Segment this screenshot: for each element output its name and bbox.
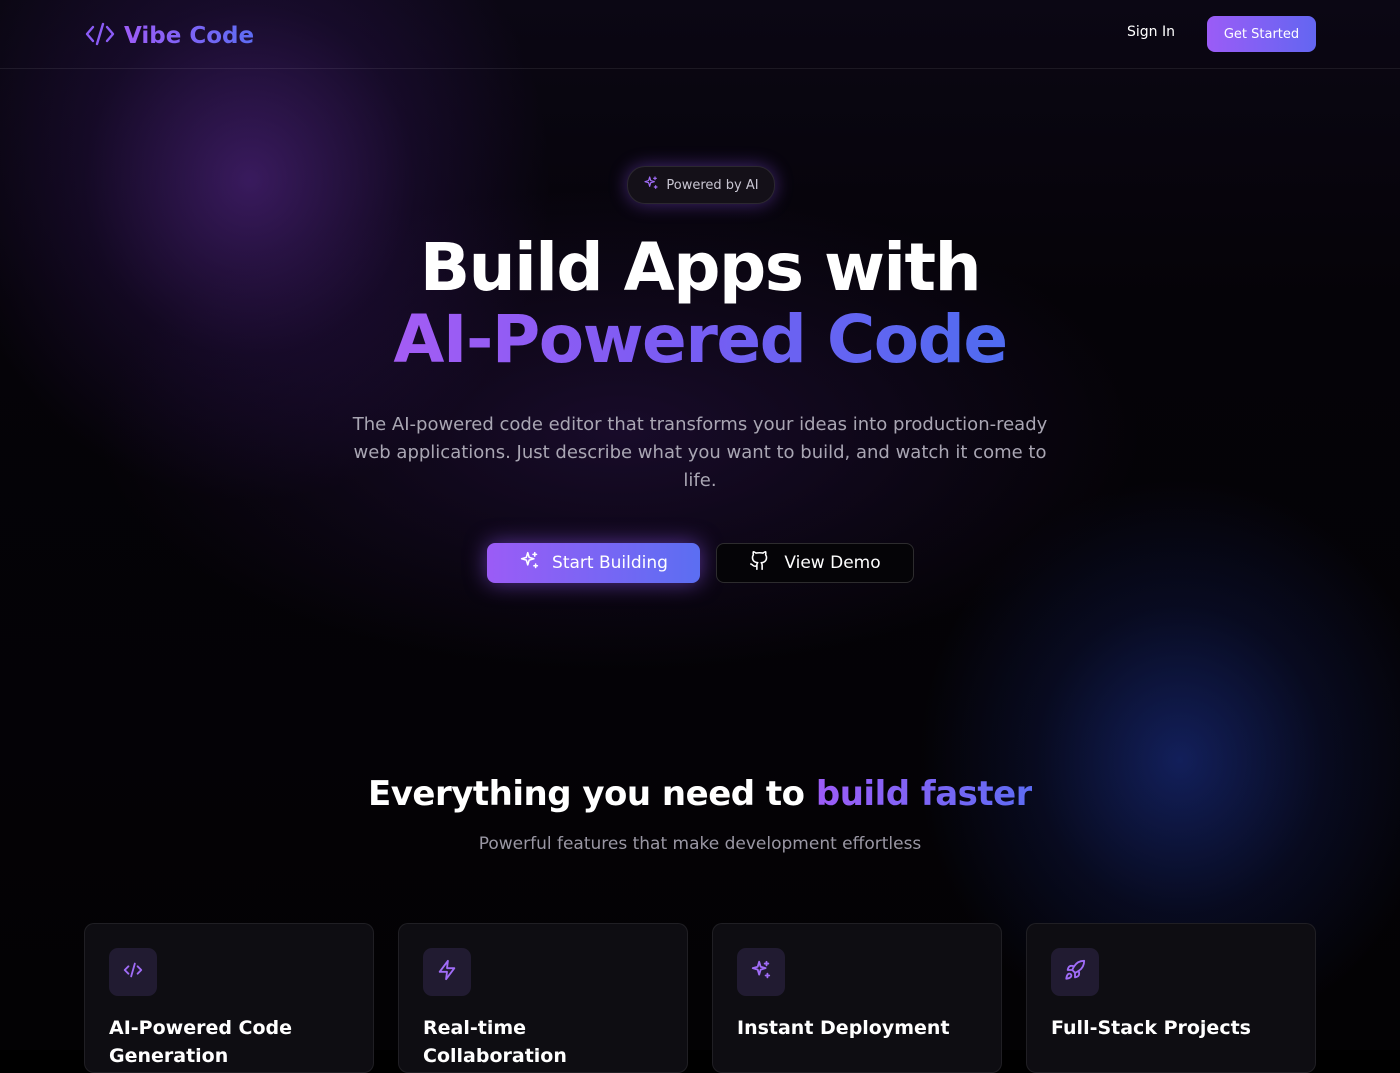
- start-building-label: Start Building: [552, 553, 668, 573]
- feature-title: Full-Stack Projects: [1051, 1017, 1251, 1039]
- feature-icon-box: [1051, 948, 1099, 996]
- badge-text: Powered by AI: [666, 177, 759, 193]
- lightning-icon: [436, 959, 458, 985]
- feature-icon-box: [737, 948, 785, 996]
- features-title: Everything you need to build faster: [0, 774, 1400, 814]
- feature-title: AI-Powered Code Generation: [109, 1017, 293, 1067]
- sign-in-button[interactable]: Sign In: [1127, 24, 1175, 40]
- hero-title-line1: Build Apps with: [419, 229, 982, 306]
- hero-title: Build Apps with AI-Powered Code: [0, 232, 1400, 376]
- hero-title-line2: AI-Powered Code: [393, 301, 1008, 378]
- code-icon: [122, 959, 144, 985]
- brand-name: Vibe Code: [124, 23, 255, 49]
- feature-icon-box: [423, 948, 471, 996]
- page-background: [0, 0, 1400, 1050]
- hero-subtitle: The AI-powered code editor that transfor…: [352, 414, 1048, 491]
- features-title-prefix: Everything you need to: [368, 774, 805, 814]
- powered-by-ai-badge: Powered by AI: [627, 166, 775, 204]
- code-brackets-icon: [84, 18, 116, 54]
- feature-title: Instant Deployment: [737, 1017, 950, 1039]
- feature-card: Instant Deployment: [712, 923, 1002, 1073]
- sparkles-icon: [750, 959, 772, 985]
- features-title-accent: build faster: [815, 774, 1033, 814]
- view-demo-button[interactable]: View Demo: [716, 543, 914, 583]
- feature-card: Real-time Collaboration: [398, 923, 688, 1073]
- sparkles-icon: [643, 175, 659, 195]
- top-navbar: Vibe Code Sign In Get Started: [0, 0, 1400, 69]
- get-started-button[interactable]: Get Started: [1207, 16, 1316, 52]
- feature-icon-box: [109, 948, 157, 996]
- sparkles-icon: [519, 550, 540, 576]
- brand-logo[interactable]: Vibe Code: [84, 18, 254, 54]
- start-building-button[interactable]: Start Building: [487, 543, 700, 583]
- view-demo-label: View Demo: [784, 553, 881, 573]
- feature-card: Full-Stack Projects: [1026, 923, 1316, 1073]
- feature-card: AI-Powered Code Generation: [84, 923, 374, 1073]
- rocket-icon: [1064, 959, 1086, 985]
- features-subtitle: Powerful features that make development …: [478, 834, 922, 854]
- feature-title: Real-time Collaboration: [423, 1017, 567, 1067]
- github-icon: [749, 550, 770, 576]
